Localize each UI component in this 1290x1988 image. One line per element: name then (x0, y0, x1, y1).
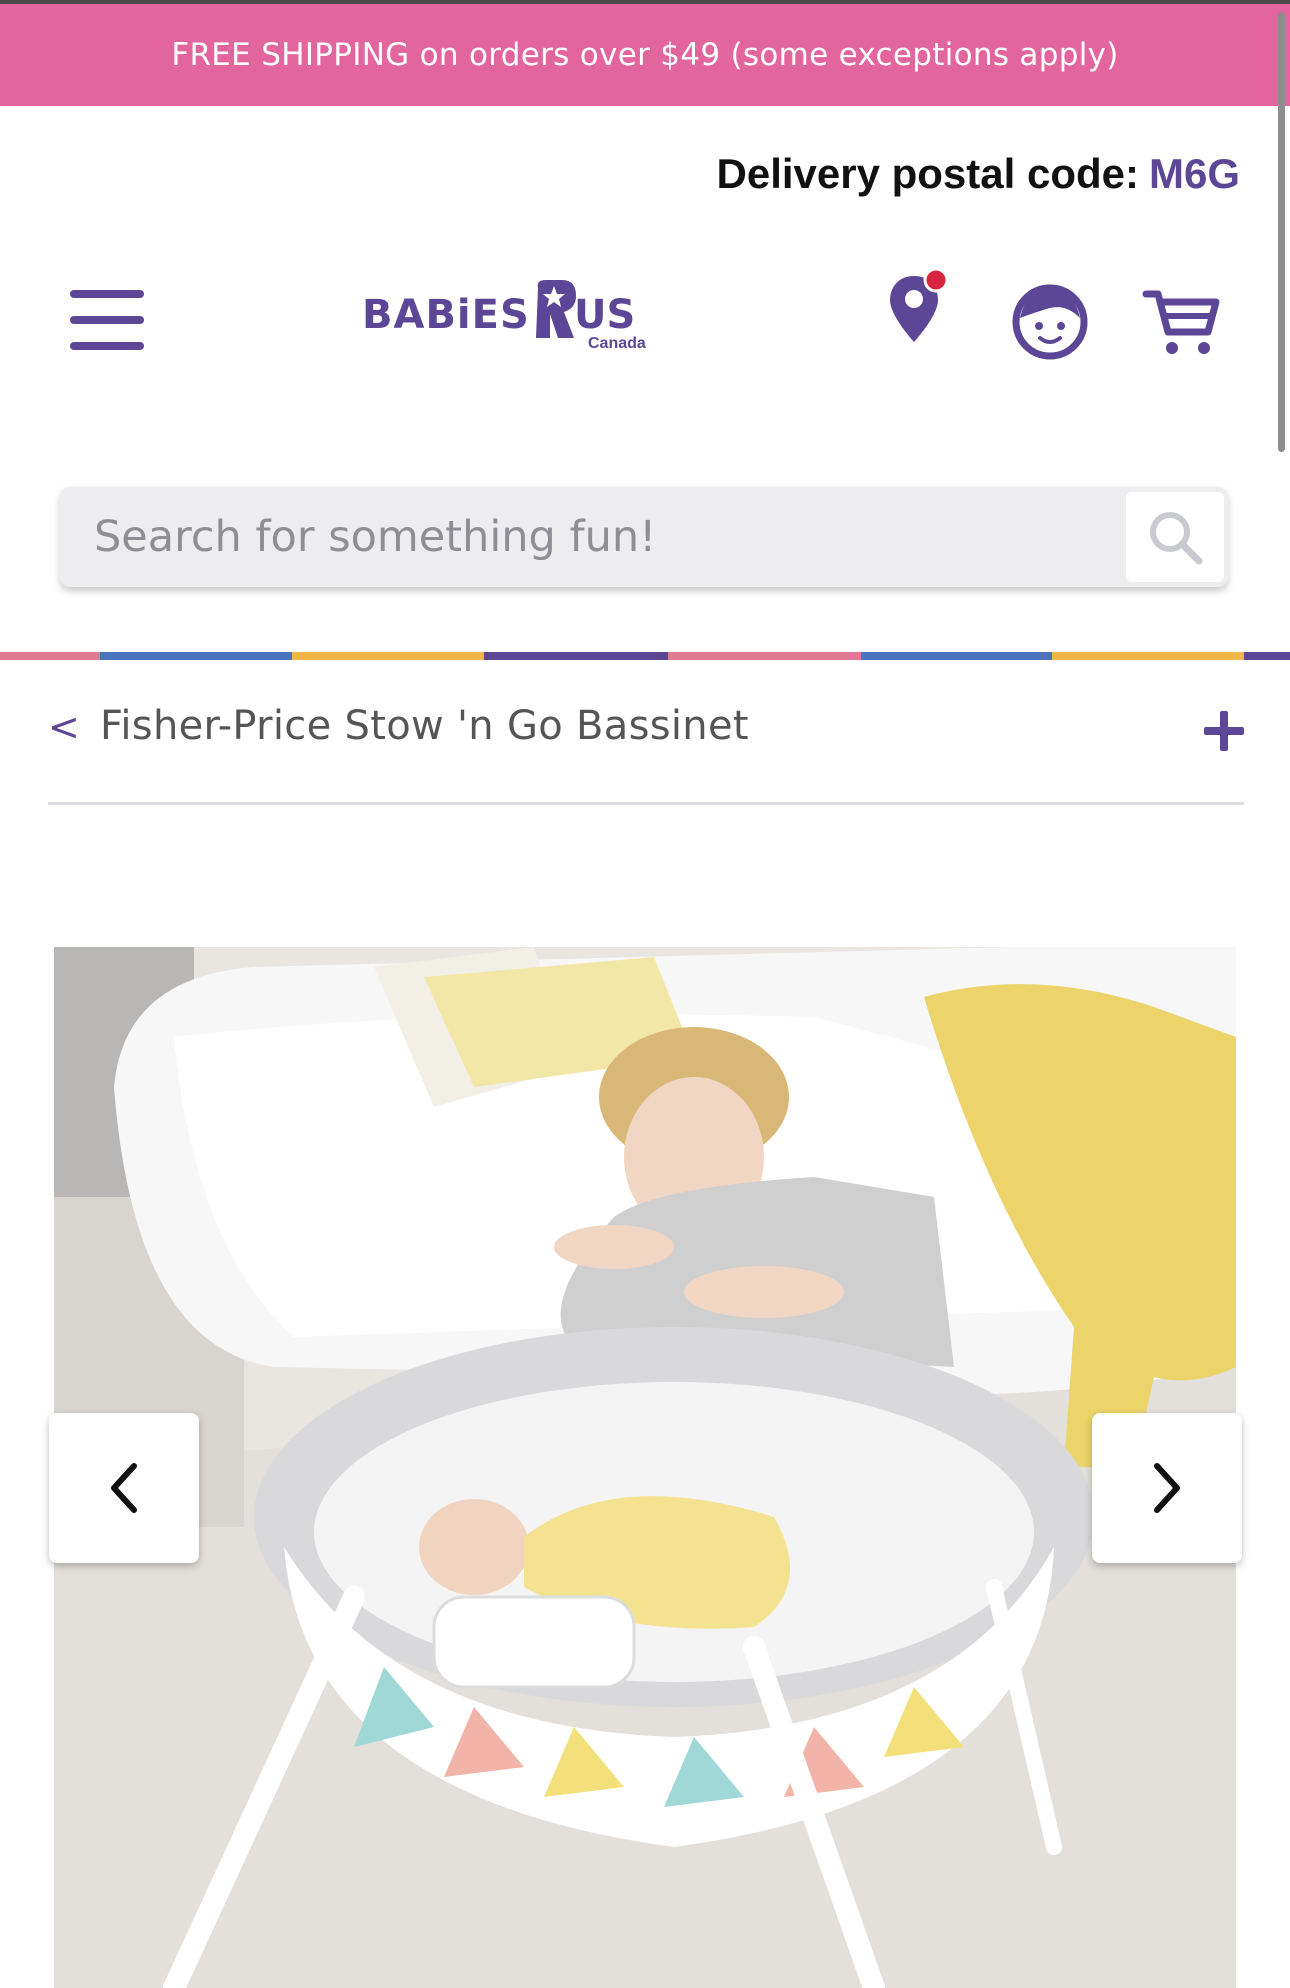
gallery-next-button[interactable] (1092, 1413, 1242, 1563)
delivery-label: Delivery postal code: (716, 150, 1139, 197)
search-button[interactable] (1126, 492, 1224, 582)
svg-text:BABiES: BABiES (362, 292, 530, 338)
product-title: Fisher-Price Stow 'n Go Bassinet (100, 703, 749, 749)
account-icon[interactable] (1010, 282, 1090, 362)
logo-region: Canada (588, 335, 646, 352)
promo-banner[interactable]: FREE SHIPPING on orders over $49 (some e… (0, 0, 1290, 106)
expand-plus-icon[interactable] (1204, 711, 1244, 751)
brand-color-stripe (0, 652, 1290, 660)
cart-icon[interactable] (1142, 286, 1222, 360)
search-bar (60, 487, 1228, 587)
location-pin-icon[interactable] (884, 267, 956, 348)
search-input[interactable] (60, 487, 1120, 587)
search-icon (1150, 512, 1203, 565)
chevron-left-icon (111, 1463, 137, 1513)
babies-r-us-logo[interactable]: BABiES US Canada (360, 270, 660, 360)
postal-code-value[interactable]: M6G (1149, 150, 1240, 197)
promo-text: FREE SHIPPING on orders over $49 (some e… (171, 37, 1119, 73)
menu-icon[interactable] (70, 290, 144, 350)
page-scrollbar[interactable] (1278, 12, 1285, 452)
product-image[interactable] (54, 947, 1236, 1988)
breadcrumb-divider (48, 802, 1244, 805)
product-page: FREE SHIPPING on orders over $49 (some e… (0, 0, 1290, 1988)
delivery-postal-code[interactable]: Delivery postal code: M6G (717, 150, 1241, 198)
chevron-right-icon (1154, 1463, 1180, 1513)
back-link[interactable]: < (48, 705, 80, 749)
svg-text:US: US (574, 292, 635, 338)
gallery-prev-button[interactable] (49, 1413, 199, 1563)
breadcrumb: < Fisher-Price Stow 'n Go Bassinet (48, 703, 1244, 805)
